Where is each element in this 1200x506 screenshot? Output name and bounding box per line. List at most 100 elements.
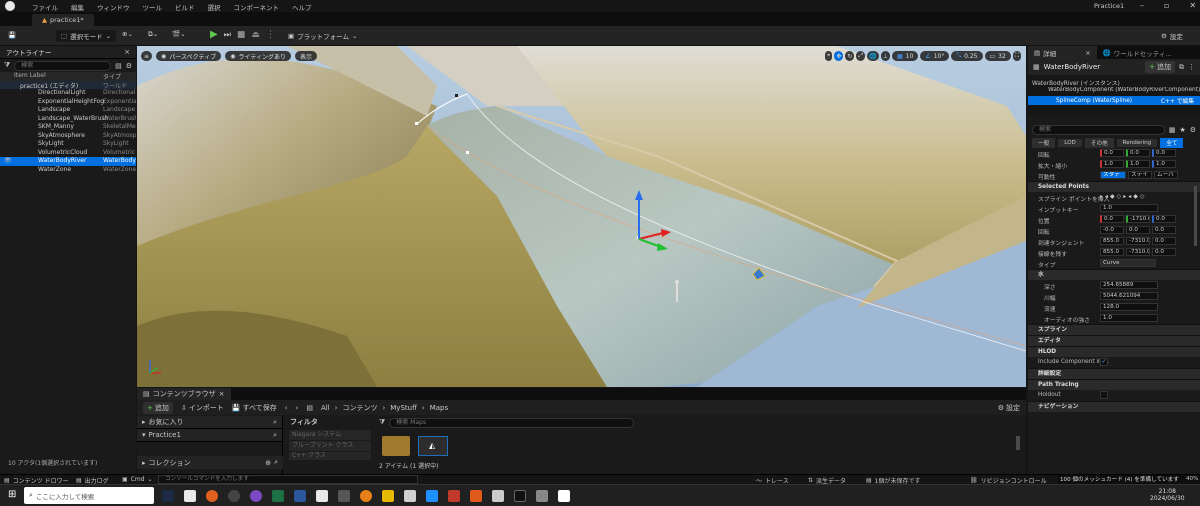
filter-lod[interactable]: LOD xyxy=(1058,138,1082,147)
gear-icon[interactable]: ⚙ xyxy=(1190,126,1196,134)
component-spline-selected[interactable]: SplineComp (WaterSpline) C++ で編集 xyxy=(1028,96,1200,105)
filter-icon[interactable]: ⧩ xyxy=(4,61,10,70)
scale-z[interactable]: 1.0 xyxy=(1152,160,1176,168)
section-hlod[interactable]: HLOD xyxy=(1028,346,1200,357)
tool-icon[interactable] xyxy=(338,490,350,502)
translate-icon[interactable]: ✥ xyxy=(834,51,844,61)
audio-field[interactable]: 1.0 xyxy=(1100,314,1158,322)
select-icon[interactable]: ⌖ xyxy=(825,51,833,61)
star-icon[interactable]: ★ xyxy=(1179,126,1185,134)
section-editor[interactable]: エディタ xyxy=(1028,335,1200,346)
folder-asset-icon[interactable] xyxy=(382,436,410,456)
filter-icon[interactable]: ⧩ xyxy=(379,418,385,427)
filter-general[interactable]: 一般 xyxy=(1032,137,1056,148)
filter-item[interactable]: Niagara システム xyxy=(289,430,371,440)
scrollbar[interactable] xyxy=(1016,436,1020,450)
type-dropdown[interactable]: Curve xyxy=(1100,259,1156,267)
windows-start-icon[interactable]: ⊞ xyxy=(8,489,16,500)
add-folder-icon[interactable]: ▤ xyxy=(115,62,122,70)
outliner-row[interactable]: SKM_Manny SkeletalMe xyxy=(0,123,136,132)
explorer-icon[interactable] xyxy=(382,490,394,502)
menu-window[interactable]: ウィンドウ xyxy=(97,2,130,12)
maximize-icon[interactable]: ▫ xyxy=(1164,1,1169,10)
paint-icon[interactable] xyxy=(316,490,328,502)
width-field[interactable]: 5044.621094 xyxy=(1100,292,1158,300)
level-tab[interactable]: ▲ practice1* xyxy=(32,14,94,26)
menu-edit[interactable]: 編集 xyxy=(71,2,84,12)
outliner-row[interactable]: SkyAtmosphere SkyAtmosph xyxy=(0,132,136,141)
outliner-search-input[interactable]: 検索 xyxy=(14,60,112,71)
rotation-z[interactable]: 0.0 xyxy=(1152,149,1176,157)
mobility-movable[interactable]: ムーバブ xyxy=(1154,171,1178,179)
blender-icon[interactable] xyxy=(360,490,372,502)
details-search-input[interactable]: 検索 xyxy=(1032,125,1165,135)
select-mode-dropdown[interactable]: ⬚ 選択モード ⌄ xyxy=(56,30,117,42)
excel-icon[interactable] xyxy=(272,490,284,502)
save-all-button[interactable]: 💾 すべて保存 xyxy=(232,403,277,413)
hlod-include-checkbox[interactable]: ✓ xyxy=(1100,358,1108,366)
play-icon[interactable]: ▶ xyxy=(210,29,218,40)
more-options-icon[interactable]: ⋮ xyxy=(266,30,275,40)
lighting-button[interactable]: ◉ ライティングあり xyxy=(225,51,291,61)
leave-tangent-z[interactable]: 0.0 xyxy=(1152,248,1176,256)
blueprint-icon[interactable]: ⧉ xyxy=(1179,63,1184,72)
settings-button[interactable]: ⚙ 設定 xyxy=(1161,31,1183,41)
rotation-point-z[interactable]: 0.0 xyxy=(1152,226,1176,234)
menu-component[interactable]: コンポーネント xyxy=(234,2,280,12)
spline-point-buttons[interactable]: ▸◂◆◇▸◂◆◇ xyxy=(1100,193,1147,200)
hamburger-icon[interactable]: ≡ xyxy=(141,51,153,61)
menu-build[interactable]: ビルド xyxy=(175,2,195,12)
minimize-icon[interactable]: – xyxy=(1140,1,1144,10)
section-water[interactable]: 水 xyxy=(1028,269,1200,280)
add-actor-button[interactable]: ⊕⌄ xyxy=(122,30,133,38)
app-icon[interactable] xyxy=(426,490,438,502)
section-advanced[interactable]: 詳細設定 xyxy=(1028,368,1200,379)
scale-y[interactable]: 1.0 xyxy=(1126,160,1150,168)
add-collection-icon[interactable]: ⊕ xyxy=(265,459,271,467)
platforms-dropdown[interactable]: ▣ プラットフォーム ⌄ xyxy=(288,31,357,41)
photos-icon[interactable] xyxy=(184,490,196,502)
holdout-checkbox[interactable] xyxy=(1100,391,1108,399)
outliner-row[interactable]: Landscape Landscape xyxy=(0,106,136,115)
arrive-tangent-z[interactable]: 0.0 xyxy=(1152,237,1176,245)
close-icon[interactable]: ✕ xyxy=(1189,1,1196,10)
favorites-section[interactable]: ▸ お気に入り ⌕ xyxy=(137,416,282,429)
outliner-row[interactable]: ExponentialHeightFog Exponential xyxy=(0,98,136,107)
menu-help[interactable]: ヘルプ xyxy=(292,2,312,12)
close-icon[interactable]: × xyxy=(219,390,225,398)
camera-speed-button[interactable]: ▭ 32 xyxy=(984,51,1011,61)
rotate-icon[interactable]: ↻ xyxy=(845,51,855,61)
cinematics-button[interactable]: 🎬⌄ xyxy=(172,30,186,38)
visibility-icon[interactable]: 👁 xyxy=(4,157,12,164)
column-label[interactable]: Item Label xyxy=(14,72,46,79)
blueprint-button[interactable]: ⧉⌄ xyxy=(148,30,158,39)
scale-icon[interactable]: ⤢ xyxy=(856,51,866,61)
import-button[interactable]: ⇩ インポート xyxy=(181,403,224,413)
app-icon[interactable] xyxy=(448,490,460,502)
velocity-field[interactable]: 128.0 xyxy=(1100,303,1158,311)
word-icon[interactable] xyxy=(294,490,306,502)
breadcrumb-item[interactable]: Maps xyxy=(430,404,448,412)
scale-snap-button[interactable]: ⤡ 0.25 xyxy=(951,51,983,61)
search-icon[interactable]: ⌕ xyxy=(273,418,277,427)
app-icon[interactable] xyxy=(536,490,548,502)
outliner-row[interactable]: SkyLight SkyLight xyxy=(0,140,136,149)
mobility-stationary[interactable]: ステイシ xyxy=(1128,171,1152,179)
app-icon[interactable] xyxy=(492,490,504,502)
gear-icon[interactable]: ⚙ xyxy=(126,62,132,70)
filter-item[interactable]: ブループリント クラス xyxy=(289,441,371,451)
filter-misc[interactable]: その他 xyxy=(1084,137,1114,148)
rotation-point-x[interactable]: -0.0 xyxy=(1100,226,1124,234)
details-tab[interactable]: ▤ 詳細 × xyxy=(1028,46,1097,59)
more-options-icon[interactable]: ⋮ xyxy=(1188,63,1195,71)
location-x[interactable]: 0.0 xyxy=(1100,215,1124,223)
depth-field[interactable]: 254.65889 xyxy=(1100,281,1158,289)
unreal-editor-icon[interactable] xyxy=(558,490,570,502)
media-icon[interactable] xyxy=(228,490,240,502)
perspective-button[interactable]: ◉ パースペクティブ xyxy=(156,51,222,61)
rotation-x[interactable]: 0.0 xyxy=(1100,149,1124,157)
search-icon[interactable]: ⌕ xyxy=(274,458,278,467)
stop-icon[interactable]: ■ xyxy=(237,30,246,40)
map-asset-icon[interactable]: ◭ xyxy=(418,436,448,456)
leave-tangent-x[interactable]: 855.0 xyxy=(1100,248,1124,256)
